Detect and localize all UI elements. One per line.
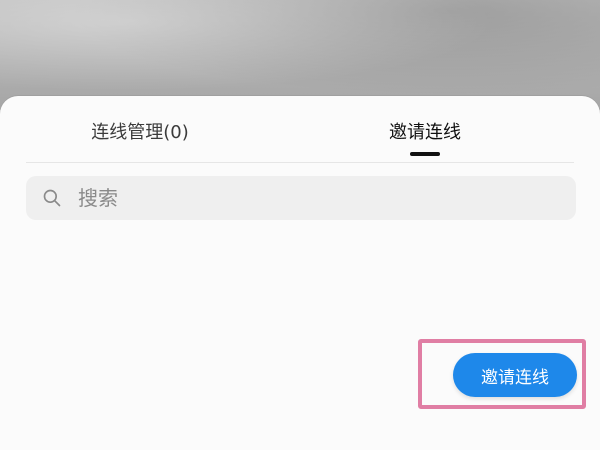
tab-invite-connection[interactable]: 邀请连线 — [340, 114, 510, 148]
tabs-divider — [26, 162, 574, 163]
tab-bar: 连线管理(0) 邀请连线 — [0, 96, 600, 166]
search-input[interactable] — [76, 185, 560, 211]
invite-connection-button-label: 邀请连线 — [481, 367, 549, 388]
bottom-sheet: 连线管理(0) 邀请连线 邀请连线 — [0, 96, 600, 450]
tab-connection-management-label: 连线管理(0) — [91, 122, 189, 143]
search-icon — [43, 189, 61, 207]
invite-button-highlight: 邀请连线 — [418, 339, 586, 409]
tab-connection-management[interactable]: 连线管理(0) — [50, 114, 230, 148]
tab-invite-connection-label: 邀请连线 — [389, 122, 461, 143]
search-bar[interactable] — [26, 176, 576, 220]
invite-connection-button[interactable]: 邀请连线 — [453, 353, 577, 397]
background-video-area — [0, 0, 600, 110]
